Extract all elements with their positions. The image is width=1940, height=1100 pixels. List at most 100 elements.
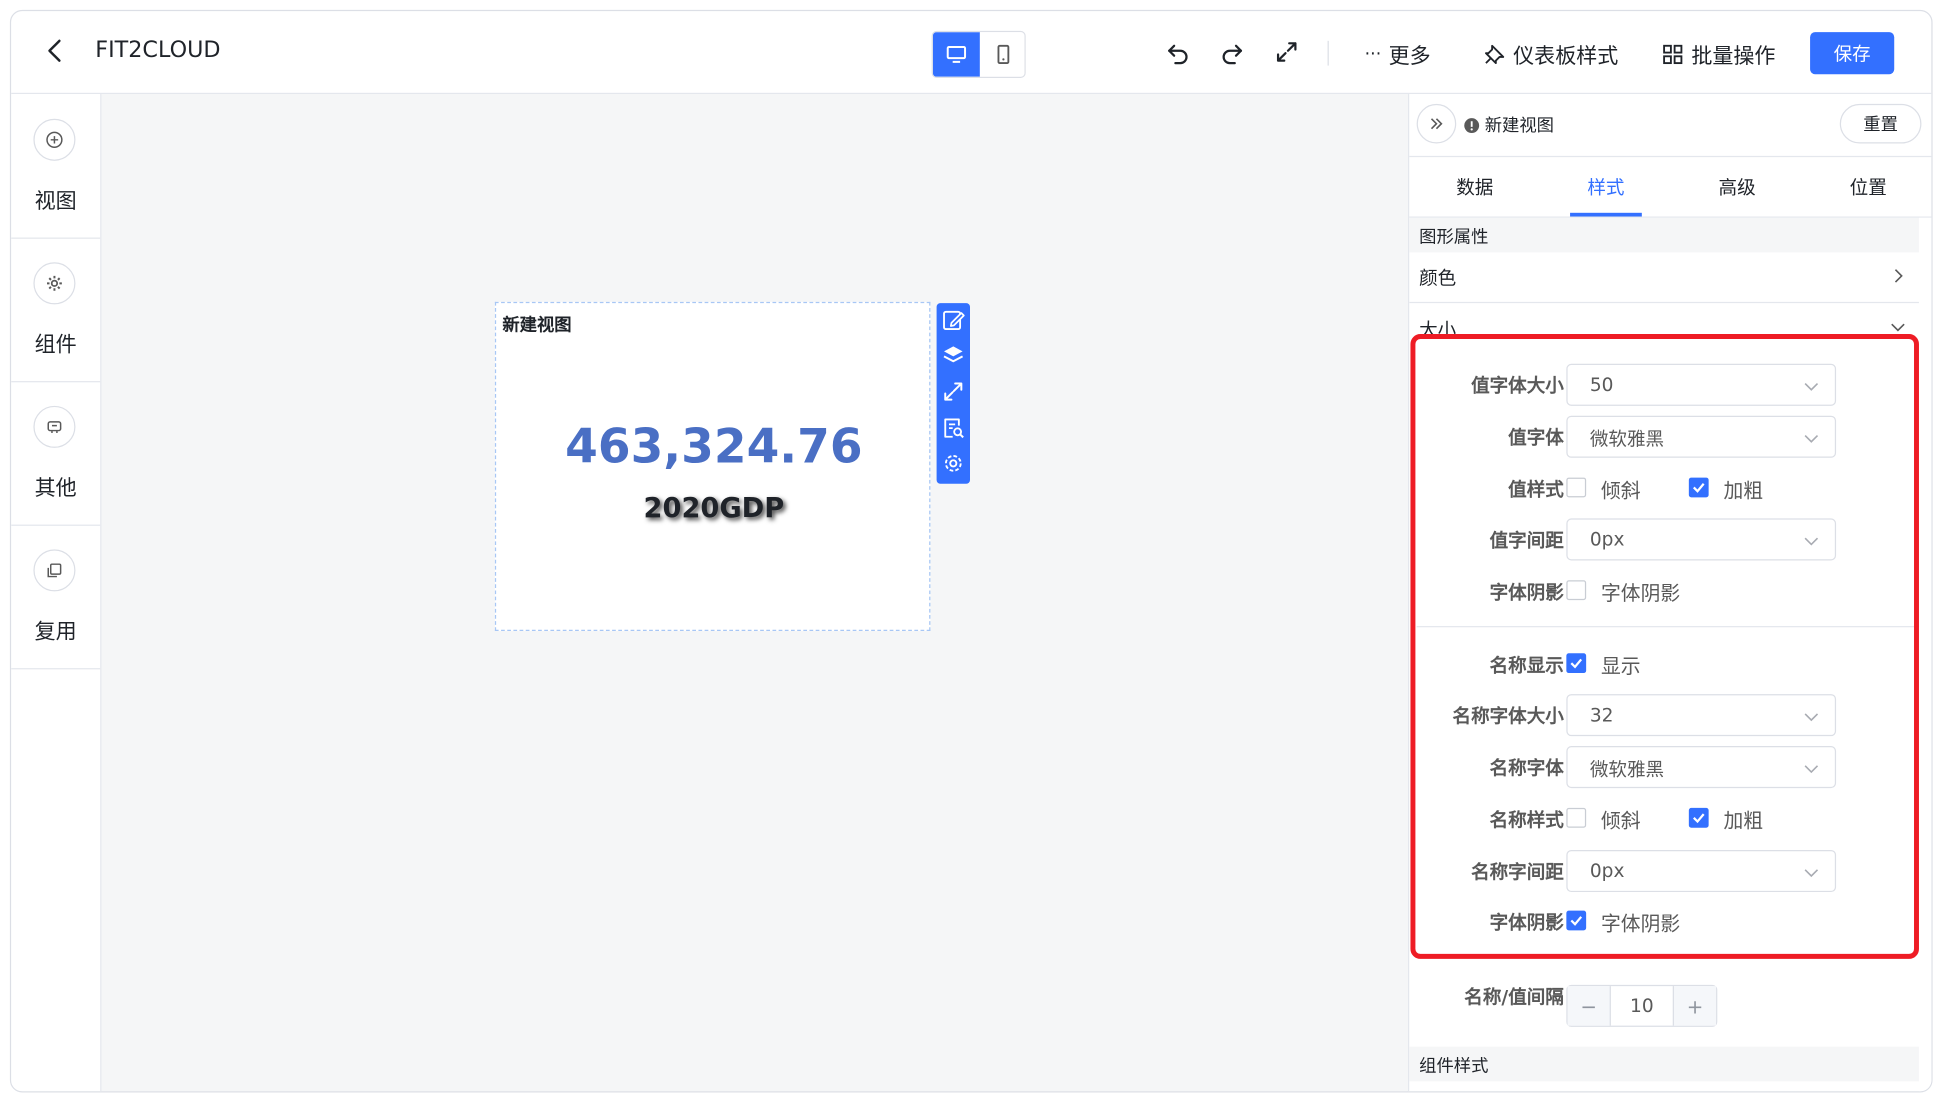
tab-style[interactable]: 样式 bbox=[1540, 174, 1671, 200]
properties-panel: 新建视图 重置 数据 样式 高级 位置 图形属性 颜色 大小 值字体大小 50 … bbox=[1407, 94, 1932, 1092]
value-font-size-select[interactable]: 50 bbox=[1566, 363, 1837, 406]
app-root: FIT2CLOUD ··· 更多 仪表板样式 批量操作 保存 视图 组件 其他 … bbox=[0, 0, 1940, 1100]
color-label: 颜色 bbox=[1419, 267, 1457, 290]
sidebar-icon-circle bbox=[33, 549, 76, 592]
collapse-panel-button[interactable] bbox=[1416, 103, 1457, 144]
value-shadow-checkbox[interactable] bbox=[1566, 580, 1587, 601]
select-value: 32 bbox=[1589, 703, 1614, 727]
name-shadow-checkbox[interactable] bbox=[1566, 910, 1587, 931]
name-bold-checkbox[interactable] bbox=[1688, 807, 1709, 828]
value-font-size-label: 值字体大小 bbox=[1471, 374, 1564, 398]
toolbar-divider bbox=[1327, 40, 1329, 66]
name-show-checkbox[interactable] bbox=[1566, 653, 1587, 674]
resize-icon[interactable] bbox=[942, 380, 966, 404]
name-italic-label: 倾斜 bbox=[1600, 809, 1641, 833]
top-bar: FIT2CLOUD ··· 更多 仪表板样式 批量操作 保存 bbox=[11, 11, 1932, 95]
copy-icon bbox=[47, 563, 62, 578]
warning-circle-icon bbox=[1464, 117, 1480, 133]
desktop-view-button[interactable] bbox=[932, 32, 980, 77]
more-label: 更多 bbox=[1388, 44, 1431, 70]
monitor-icon bbox=[946, 46, 967, 63]
sidebar-item-label: 视图 bbox=[34, 189, 77, 215]
undo-icon[interactable] bbox=[1164, 38, 1191, 65]
gear-icon bbox=[47, 275, 62, 291]
select-value: 0px bbox=[1589, 859, 1625, 883]
sidebar-icon-circle bbox=[33, 405, 76, 448]
sidebar-icon-circle bbox=[33, 118, 76, 161]
widget-name: 2020GDP bbox=[643, 493, 785, 525]
sidebar-item-other[interactable]: 其他 bbox=[11, 381, 101, 526]
style-settings: 图形属性 颜色 大小 值字体大小 50 值字体 微软雅黑 值样式 倾斜 加粗 值… bbox=[1409, 217, 1919, 1091]
tab-advanced[interactable]: 高级 bbox=[1672, 174, 1803, 200]
back-arrow-icon[interactable] bbox=[41, 36, 71, 66]
settings-gear-icon[interactable] bbox=[942, 452, 966, 476]
chevron-down-icon bbox=[1804, 382, 1819, 391]
dashboard-canvas[interactable]: 新建视图 463,324.76 2020GDP bbox=[101, 94, 1407, 1092]
value-spacing-select[interactable]: 0px bbox=[1566, 518, 1837, 561]
check-icon bbox=[1693, 813, 1705, 824]
widget-value: 463,324.76 bbox=[565, 419, 863, 474]
name-bold-label: 加粗 bbox=[1723, 809, 1764, 833]
name-show-label: 名称显示 bbox=[1489, 654, 1564, 677]
decrement-button[interactable]: − bbox=[1567, 986, 1611, 1026]
sidebar-item-reuse[interactable]: 复用 bbox=[11, 525, 101, 670]
chevron-down-icon bbox=[1804, 765, 1819, 774]
more-dots-icon: ··· bbox=[1364, 43, 1382, 64]
value-bold-checkbox[interactable] bbox=[1688, 477, 1709, 498]
size-collapse-row[interactable]: 大小 bbox=[1409, 303, 1919, 352]
chevron-down-icon bbox=[1804, 537, 1819, 546]
panel-tabs: 数据 样式 高级 位置 bbox=[1409, 157, 1932, 218]
kpi-widget[interactable]: 新建视图 463,324.76 2020GDP bbox=[494, 301, 931, 631]
name-shadow-label: 字体阴影 bbox=[1489, 911, 1564, 935]
chevron-down-icon bbox=[1804, 434, 1819, 443]
name-spacing-select[interactable]: 0px bbox=[1566, 849, 1837, 893]
select-value: 微软雅黑 bbox=[1589, 428, 1665, 451]
name-font-label: 名称字体 bbox=[1489, 757, 1564, 780]
name-font-select[interactable]: 微软雅黑 bbox=[1566, 746, 1837, 789]
mobile-icon bbox=[997, 44, 1010, 65]
left-sidebar: 视图 组件 其他 复用 bbox=[11, 94, 102, 1092]
chevron-down-icon bbox=[1891, 323, 1905, 332]
value-bold-label: 加粗 bbox=[1723, 478, 1764, 503]
value-style-label: 值样式 bbox=[1508, 478, 1564, 502]
name-font-size-label: 名称字体大小 bbox=[1452, 705, 1564, 728]
section-title: 组件样式 bbox=[1419, 1056, 1489, 1077]
more-button[interactable]: ··· 更多 bbox=[1365, 38, 1431, 69]
chevron-right-icon bbox=[1894, 269, 1903, 283]
section-shape-properties: 图形属性 bbox=[1409, 217, 1919, 253]
name-value-gap-stepper[interactable]: − 10 + bbox=[1566, 984, 1718, 1027]
view-mode-toggle bbox=[931, 30, 1026, 78]
sidebar-item-label: 其他 bbox=[34, 476, 77, 502]
dashboard-style-button[interactable]: 仪表板样式 bbox=[1483, 38, 1618, 69]
panel-title: 新建视图 bbox=[1464, 113, 1554, 138]
value-font-select[interactable]: 微软雅黑 bbox=[1566, 415, 1837, 458]
tab-position[interactable]: 位置 bbox=[1803, 174, 1932, 200]
batch-operation-button[interactable]: 批量操作 bbox=[1662, 38, 1775, 69]
sidebar-item-view[interactable]: 视图 bbox=[11, 94, 101, 239]
redo-icon[interactable] bbox=[1219, 38, 1246, 65]
layers-icon[interactable] bbox=[942, 344, 966, 368]
app-title: FIT2CLOUD bbox=[95, 37, 221, 64]
fullscreen-icon[interactable] bbox=[1273, 38, 1300, 65]
name-style-label: 名称样式 bbox=[1489, 809, 1564, 832]
mobile-view-button[interactable] bbox=[979, 32, 1025, 77]
section-title: 图形属性 bbox=[1419, 227, 1489, 248]
name-font-size-select[interactable]: 32 bbox=[1566, 694, 1837, 737]
size-label: 大小 bbox=[1419, 319, 1457, 342]
panel-scrollbar[interactable] bbox=[1918, 217, 1932, 1092]
detail-search-icon[interactable] bbox=[942, 416, 966, 440]
name-italic-checkbox[interactable] bbox=[1566, 807, 1587, 828]
value-italic-checkbox[interactable] bbox=[1566, 477, 1587, 498]
select-value: 50 bbox=[1589, 373, 1614, 396]
stepper-value[interactable]: 10 bbox=[1610, 995, 1674, 1017]
tab-data[interactable]: 数据 bbox=[1409, 174, 1540, 200]
edit-icon[interactable] bbox=[942, 308, 966, 332]
chevron-down-icon bbox=[1804, 869, 1819, 878]
save-button[interactable]: 保存 bbox=[1810, 32, 1895, 75]
tag-icon bbox=[47, 421, 62, 434]
reset-button[interactable]: 重置 bbox=[1839, 103, 1922, 144]
color-collapse-row[interactable]: 颜色 bbox=[1409, 252, 1919, 304]
sidebar-item-component[interactable]: 组件 bbox=[11, 238, 101, 383]
dashboard-style-label: 仪表板样式 bbox=[1513, 44, 1619, 70]
increment-button[interactable]: + bbox=[1672, 986, 1717, 1026]
